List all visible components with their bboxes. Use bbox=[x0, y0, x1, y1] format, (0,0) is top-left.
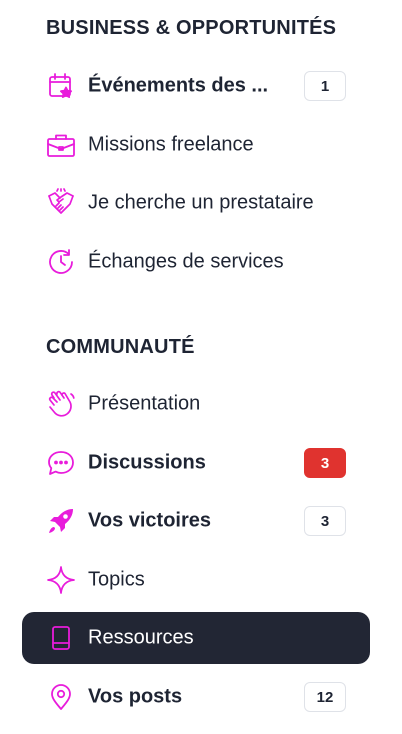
sidebar-item-label: Présentation bbox=[88, 392, 201, 415]
sidebar-item-label: Discussions bbox=[88, 451, 206, 474]
alert-badge: 3 bbox=[304, 448, 346, 478]
waving-hand-icon bbox=[46, 389, 76, 419]
sidebar-item-vos-victoires[interactable]: Vos victoires 3 bbox=[22, 495, 370, 547]
rocket-icon bbox=[46, 506, 76, 536]
map-pin-icon bbox=[46, 682, 76, 712]
section-title-communaute: COMMUNAUTÉ bbox=[46, 336, 195, 358]
calendar-star-icon bbox=[46, 71, 76, 101]
clock-refresh-icon bbox=[46, 247, 76, 277]
sidebar-item-label: Topics bbox=[88, 568, 145, 591]
sidebar-item-missions-freelance[interactable]: Missions freelance bbox=[22, 119, 370, 171]
sidebar-item-label: Vos posts bbox=[88, 685, 183, 708]
sidebar-item-label: Échanges de services bbox=[88, 250, 284, 273]
sidebar-item-prestataire[interactable]: Je cherche un prestataire bbox=[22, 177, 370, 229]
sidebar-item-echanges-services[interactable]: Échanges de services bbox=[22, 236, 370, 288]
sidebar-item-vos-posts[interactable]: Vos posts 12 bbox=[22, 671, 370, 723]
chat-bubble-icon bbox=[46, 448, 76, 478]
sidebar-item-evenements[interactable]: Événements des ... 1 bbox=[22, 60, 370, 112]
sparkle-icon bbox=[46, 565, 76, 595]
sidebar-item-presentation[interactable]: Présentation bbox=[22, 378, 370, 430]
sidebar-item-label: Je cherche un prestataire bbox=[88, 191, 314, 214]
sidebar-item-discussions[interactable]: Discussions 3 bbox=[22, 437, 370, 489]
sidebar-item-topics[interactable]: Topics bbox=[22, 554, 370, 606]
section-title-business: BUSINESS & OPPORTUNITÉS bbox=[46, 17, 337, 39]
briefcase-icon bbox=[46, 130, 76, 160]
count-badge: 12 bbox=[304, 682, 346, 712]
sidebar-item-label: Vos victoires bbox=[88, 509, 212, 532]
handshake-icon bbox=[46, 188, 76, 218]
sidebar-item-label: Événements des ... bbox=[88, 74, 269, 97]
sidebar-item-label: Missions freelance bbox=[88, 133, 254, 156]
book-icon bbox=[46, 623, 76, 653]
count-badge: 3 bbox=[304, 506, 346, 536]
count-badge: 1 bbox=[304, 71, 346, 101]
sidebar-item-label: Ressources bbox=[88, 626, 194, 649]
sidebar-item-ressources[interactable]: Ressources bbox=[22, 612, 370, 664]
